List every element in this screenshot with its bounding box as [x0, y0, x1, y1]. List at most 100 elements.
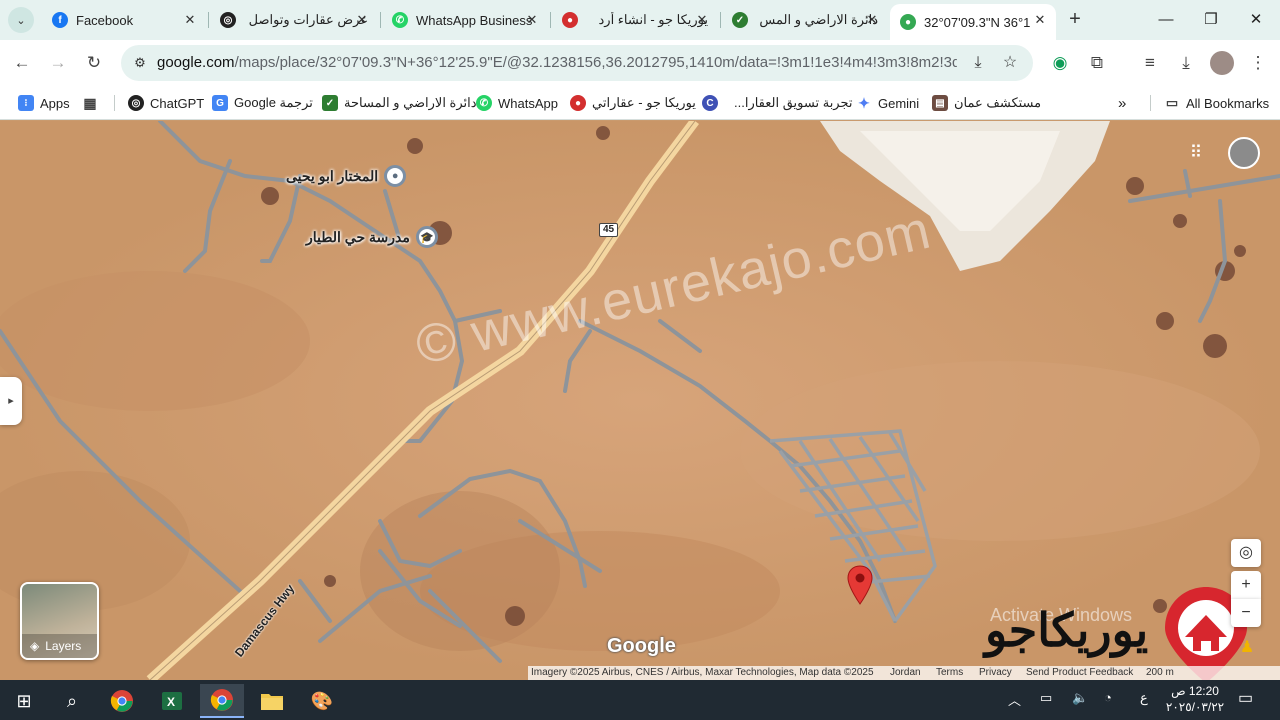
poi-school[interactable]: مدرسة حي الطيار 🎓 — [306, 226, 438, 248]
expand-panel-chevron-icon[interactable]: ▸ — [0, 377, 22, 425]
bookmark-amman-explorer[interactable]: ▤ مستكشف عمان — [932, 92, 1041, 114]
account-avatar[interactable] — [1228, 137, 1260, 169]
restore-icon[interactable]: ❐ — [1196, 8, 1226, 32]
media-controls-icon[interactable]: ≡ — [1138, 51, 1162, 75]
tab-title: Facebook — [76, 12, 134, 28]
address-bar[interactable]: ⚙ google.com/maps/place/32°07'09.3"N+36°… — [121, 45, 1033, 81]
bookmark-dls[interactable]: ✓ دائرة الاراضي و المساحة — [322, 92, 477, 114]
tab-eureka[interactable]: ● يوريكا جو - انشاء أرد ✕ — [552, 4, 718, 36]
google-logo: Google — [607, 635, 676, 657]
zoom-in-plus-icon[interactable]: + — [1231, 571, 1261, 599]
window-close-icon[interactable]: ✕ — [1241, 8, 1271, 32]
bookmark-label: All Bookmarks — [1186, 95, 1270, 111]
more-menu-icon[interactable]: ⋮ — [1246, 51, 1270, 75]
eureka-pin-icon: ● — [570, 95, 586, 111]
tab-title: WhatsApp Business — [416, 12, 533, 28]
layers-button[interactable]: ◈ Layers — [20, 582, 99, 660]
paint-icon[interactable]: 🎨 — [300, 684, 344, 718]
google-translate-icon: G — [212, 95, 228, 111]
bookmark-gemini[interactable]: ✦ Gemini — [856, 92, 919, 114]
bookmark-eureka[interactable]: ● يوريكا جو - عقاراتي — [570, 92, 696, 114]
url-text[interactable]: google.com/maps/place/32°07'09.3"N+36°12… — [157, 54, 957, 71]
satellite-map[interactable]: © www.eurekajo.com المختار ابو يحيى ● مد… — [0, 121, 1280, 680]
close-icon[interactable]: ✕ — [1032, 12, 1048, 28]
tab-facebook[interactable]: f Facebook ✕ — [42, 4, 206, 36]
close-icon[interactable]: ✕ — [694, 12, 710, 28]
privacy-link[interactable]: Privacy — [979, 666, 1012, 680]
bookmark-circle-c[interactable]: C — [702, 92, 724, 114]
eurekajo-logo-text: يوريكاجو — [985, 604, 1149, 656]
bookmark-label: Google ترجمة — [234, 95, 313, 110]
clock-date: ٢٠٢٥/٠٣/٢٢ — [1165, 700, 1225, 714]
notifications-icon[interactable]: ▭ — [1238, 688, 1253, 708]
tab-dls[interactable]: ✓ دائرة الاراضي و المس ✕ — [722, 4, 888, 36]
new-tab-plus-icon[interactable]: + — [1063, 8, 1087, 32]
bookmark-marketing[interactable]: تجربة تسويق العقارا... — [734, 92, 853, 114]
battery-icon[interactable]: ▭ — [1040, 690, 1052, 706]
terms-link[interactable]: Terms — [936, 666, 963, 680]
scale-label[interactable]: 200 m — [1146, 666, 1174, 680]
minimize-icon[interactable]: — — [1151, 8, 1181, 32]
forward-arrow-icon[interactable]: → — [46, 51, 70, 75]
tab-search-chevron-icon[interactable]: ⌄ — [8, 7, 34, 33]
close-icon[interactable]: ✕ — [524, 12, 540, 28]
file-explorer-icon[interactable] — [250, 684, 294, 718]
system-clock[interactable]: 12:20 ص ٢٠٢٥/٠٣/٢٢ — [1160, 683, 1230, 715]
show-hidden-icons-chevron-icon[interactable]: ︿ — [1008, 690, 1021, 709]
bookmark-google-translate[interactable]: G Google ترجمة — [212, 92, 313, 114]
tab-real-estate[interactable]: ◎ عرض عقارات وتواصل ✕ — [210, 4, 378, 36]
tab-whatsapp-business[interactable]: ✆ WhatsApp Business ✕ — [382, 4, 548, 36]
downloads-icon[interactable]: ⤓ — [1174, 51, 1198, 75]
google-apps-grid-icon[interactable]: ⠿ — [1186, 143, 1206, 163]
zoom-out-minus-icon[interactable]: − — [1231, 599, 1261, 627]
my-location-icon[interactable]: ◎ — [1231, 539, 1261, 567]
bookmarks-bar: ⁝ Apps ▦ ◎ ChatGPT G Google ترجمة ✓ دائر… — [0, 86, 1280, 120]
wifi-icon[interactable]: ◔ — [1104, 690, 1112, 705]
tab-groups-icon: ▦ — [82, 94, 98, 111]
bookmark-label: تجربة تسويق العقارا... — [734, 95, 853, 110]
bookmark-chatgpt[interactable]: ◎ ChatGPT — [128, 92, 204, 114]
layers-stack-icon: ◈ — [30, 639, 40, 653]
poi-mukhtar[interactable]: المختار ابو يحيى ● — [286, 165, 407, 187]
amman-explorer-icon: ▤ — [932, 95, 948, 111]
more-bookmarks-chevron-icon[interactable]: » — [1118, 92, 1126, 114]
site-settings-icon[interactable]: ⚙ — [129, 52, 151, 74]
poi-label: المختار ابو يحيى — [286, 167, 379, 184]
bookmark-star-icon[interactable]: ☆ — [999, 52, 1021, 74]
close-icon[interactable]: ✕ — [354, 12, 370, 28]
feedback-link[interactable]: Send Product Feedback — [1026, 666, 1133, 680]
windows-taskbar: ⊞ ⌕ X 🎨 ︿ ▭ 🔈 ◔ ع 12:20 ص ٢٠٢٥/٠٣/٢٢ ▭ — [0, 680, 1280, 720]
profile-avatar[interactable] — [1210, 51, 1234, 75]
grammarly-icon[interactable]: ◉ — [1048, 51, 1072, 75]
install-app-icon[interactable]: ⤓ — [967, 52, 989, 74]
reload-icon[interactable]: ↻ — [82, 51, 106, 75]
red-location-marker-icon[interactable] — [847, 565, 873, 605]
search-icon[interactable]: ⌕ — [50, 684, 94, 718]
input-language[interactable]: ع — [1140, 690, 1148, 706]
bookmark-all-bookmarks[interactable]: ▭ All Bookmarks — [1164, 92, 1269, 114]
tab-title: دائرة الاراضي و المس — [759, 12, 878, 27]
close-icon[interactable]: ✕ — [182, 12, 198, 28]
poi-label: مدرسة حي الطيار — [306, 228, 410, 245]
extensions-puzzle-icon[interactable]: ⧉ — [1085, 51, 1109, 75]
chatgpt-icon: ◎ — [128, 95, 144, 111]
excel-icon[interactable]: X — [150, 684, 194, 718]
clock-time: 12:20 ص — [1171, 684, 1219, 698]
dls-icon: ✓ — [732, 12, 748, 28]
windows-start-icon[interactable]: ⊞ — [2, 684, 46, 718]
bookmark-whatsapp[interactable]: ✆ WhatsApp — [476, 92, 558, 114]
close-icon[interactable]: ✕ — [864, 12, 880, 28]
bookmark-apps[interactable]: ⁝ Apps — [18, 92, 70, 114]
bookmark-tab-groups[interactable]: ▦ — [82, 92, 104, 114]
volume-icon[interactable]: 🔈 — [1072, 690, 1088, 706]
browser-toolbar: ← → ↻ ⚙ google.com/maps/place/32°07'09.3… — [0, 40, 1280, 86]
chrome-active-icon[interactable] — [200, 684, 244, 718]
folder-icon: ▭ — [1164, 95, 1180, 111]
chrome-icon[interactable] — [100, 684, 144, 718]
pegman-icon[interactable]: ♟ — [1235, 635, 1259, 661]
bookmark-divider — [1150, 95, 1151, 111]
tab-divider — [380, 12, 381, 28]
back-arrow-icon[interactable]: ← — [10, 51, 34, 75]
route-shield: 45 — [599, 223, 619, 237]
tab-google-maps[interactable]: ● 32°07'09.3"N 36°1 ✕ — [890, 4, 1056, 40]
